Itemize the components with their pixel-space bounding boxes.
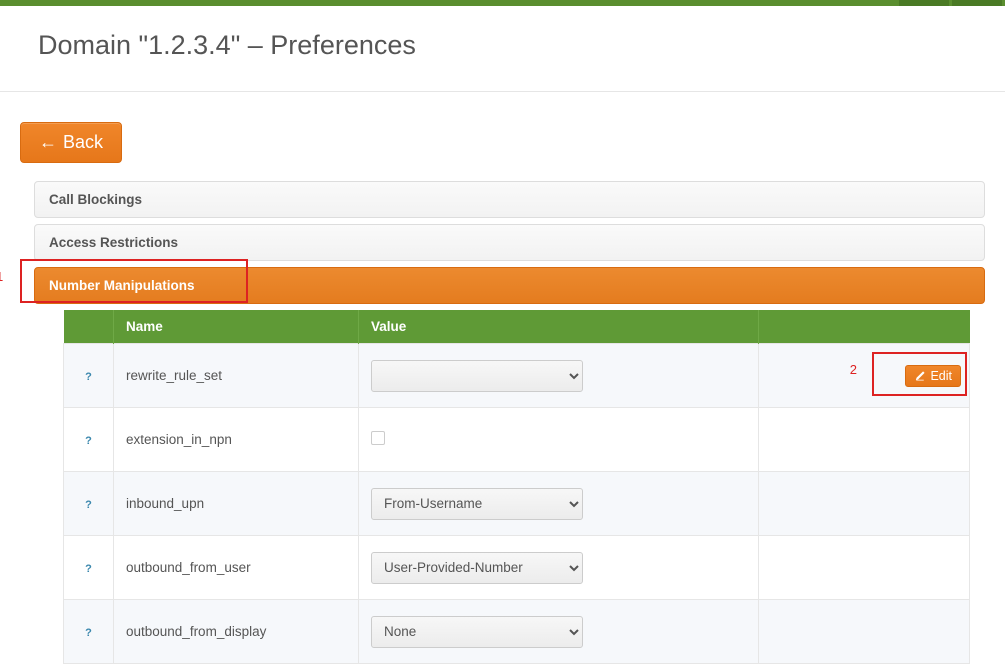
help-icon[interactable]: ? <box>82 498 96 512</box>
pref-value-select[interactable]: From-Username <box>371 488 583 520</box>
panel-number-manipulations[interactable]: Number Manipulations <box>34 267 985 304</box>
pref-value-select[interactable] <box>371 360 583 392</box>
col-header-value: Value <box>359 310 759 344</box>
pref-name: outbound_from_display <box>114 624 358 639</box>
panel-label: Call Blockings <box>49 192 142 207</box>
pref-value-select[interactable]: User-Provided-Number <box>371 552 583 584</box>
table-row: ? extension_in_npn <box>64 408 970 472</box>
table-row: ? outbound_from_display None <box>64 600 970 664</box>
accordion: Call Blockings Access Restrictions Numbe… <box>20 181 985 664</box>
table-row: ? inbound_upn From-Username <box>64 472 970 536</box>
col-header-actions <box>759 310 970 344</box>
help-icon[interactable]: ? <box>82 434 96 448</box>
back-button[interactable]: ← Back <box>20 122 122 163</box>
pref-name: outbound_from_user <box>114 560 358 575</box>
table-row: ? outbound_from_user User-Provided-Numbe… <box>64 536 970 600</box>
edit-button[interactable]: Edit <box>905 365 961 387</box>
panel-label: Access Restrictions <box>49 235 178 250</box>
help-icon[interactable]: ? <box>82 626 96 640</box>
back-button-label: Back <box>63 132 103 153</box>
table-wrap: Name Value ? rewrite_rule_set <box>34 310 985 664</box>
pref-name: extension_in_npn <box>114 432 358 447</box>
annotation-number-1: 1 <box>0 269 3 284</box>
pref-value-checkbox[interactable] <box>371 431 385 445</box>
preferences-table: Name Value ? rewrite_rule_set <box>63 310 970 664</box>
col-header-name: Name <box>114 310 359 344</box>
annotation-number-2: 2 <box>850 362 857 377</box>
table-row: ? rewrite_rule_set Edit <box>64 344 970 408</box>
top-tab-piece <box>952 0 1002 6</box>
arrow-left-icon: ← <box>39 132 57 153</box>
page-header: Domain "1.2.3.4" – Preferences <box>0 6 1005 92</box>
edit-icon <box>914 370 926 382</box>
pref-name: inbound_upn <box>114 496 358 511</box>
col-header-help <box>64 310 114 344</box>
help-icon[interactable]: ? <box>82 370 96 384</box>
panel-label: Number Manipulations <box>49 278 195 293</box>
help-icon[interactable]: ? <box>82 562 96 576</box>
pref-name: rewrite_rule_set <box>114 368 358 383</box>
pref-value-select[interactable]: None <box>371 616 583 648</box>
content: ← Back Call Blockings Access Restriction… <box>0 92 1005 664</box>
top-tab-piece <box>899 0 949 6</box>
panel-call-blockings[interactable]: Call Blockings <box>34 181 985 218</box>
edit-button-label: Edit <box>930 369 952 383</box>
page-title: Domain "1.2.3.4" – Preferences <box>38 30 967 61</box>
panel-access-restrictions[interactable]: Access Restrictions <box>34 224 985 261</box>
